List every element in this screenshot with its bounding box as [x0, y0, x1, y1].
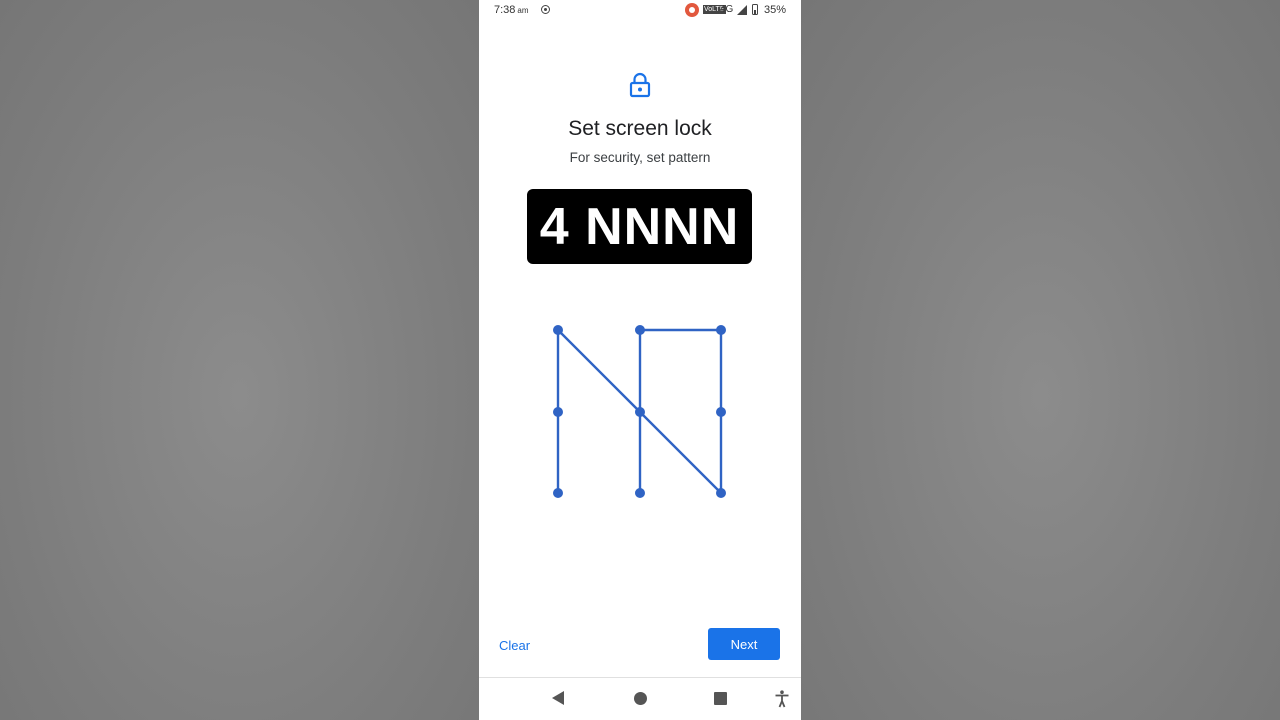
overlay-banner: 4 NNNN: [527, 189, 752, 264]
network-type: 4G: [720, 4, 734, 15]
pattern-dot-2[interactable]: [635, 325, 645, 335]
pattern-segment: [638, 410, 723, 495]
pattern-dot-6[interactable]: [716, 407, 726, 417]
recents-icon[interactable]: [714, 692, 727, 705]
pattern-dot-3[interactable]: [716, 325, 726, 335]
status-ampm: am: [517, 6, 529, 15]
screen-record-icon: [685, 3, 699, 17]
background-left: [0, 0, 479, 720]
status-time: 7:38 am: [494, 4, 529, 16]
page-title: Set screen lock: [568, 117, 712, 140]
pattern-dot-9[interactable]: [716, 488, 726, 498]
page-subtitle: For security, set pattern: [569, 150, 711, 165]
pattern-segment: [556, 328, 642, 414]
clear-button[interactable]: Clear: [491, 630, 538, 660]
battery-icon: [752, 4, 758, 15]
home-icon[interactable]: [634, 692, 647, 705]
pattern-dot-1[interactable]: [553, 325, 563, 335]
pattern-dot-5[interactable]: [635, 407, 645, 417]
next-button[interactable]: Next: [708, 628, 780, 660]
lock-icon: [629, 72, 651, 98]
overlay-text: 4 NNNN: [539, 197, 740, 256]
background-right: [801, 0, 1280, 720]
accessibility-icon[interactable]: [774, 690, 790, 708]
status-time-value: 7:38: [494, 4, 516, 16]
navigation-bar: [479, 678, 801, 720]
battery-percent: 35%: [764, 4, 787, 16]
phone-screen: 7:38 am VoLTE 4G 35% Set screen lock For …: [479, 0, 801, 720]
pattern-dot-8[interactable]: [635, 488, 645, 498]
pattern-dot-4[interactable]: [553, 407, 563, 417]
signal-icon: [737, 5, 747, 15]
pattern-dot-7[interactable]: [553, 488, 563, 498]
back-icon[interactable]: [552, 691, 564, 705]
pattern-grid[interactable]: [539, 310, 739, 515]
status-bar: 7:38 am VoLTE 4G 35%: [479, 0, 801, 22]
location-icon: [541, 5, 550, 14]
